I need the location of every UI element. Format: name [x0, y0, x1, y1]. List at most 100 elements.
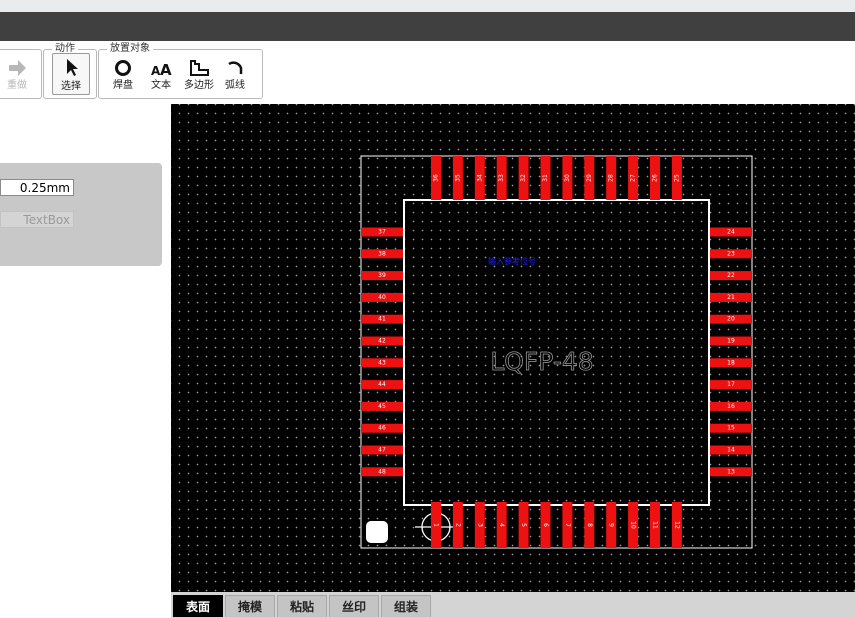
pad[interactable]: 19	[710, 336, 752, 346]
pad[interactable]: 36	[431, 156, 441, 200]
pad[interactable]: 16	[710, 401, 752, 411]
select-label: 选择	[61, 81, 81, 92]
tab-silkscreen[interactable]: 丝印	[329, 595, 379, 617]
pad[interactable]: 44	[361, 380, 403, 390]
pad[interactable]: 21	[710, 292, 752, 302]
pad-number: 28	[608, 174, 615, 182]
pad[interactable]: 39	[361, 271, 403, 281]
pad[interactable]: 11	[650, 502, 660, 548]
pad-number: 4	[498, 523, 505, 527]
pad[interactable]: 34	[474, 156, 485, 200]
pad-number: 2	[454, 523, 461, 527]
pad[interactable]: 6	[540, 502, 551, 548]
text-aa-icon: A A	[143, 56, 179, 80]
tab-paste[interactable]: 粘贴	[277, 595, 327, 617]
pad[interactable]: 13	[710, 467, 752, 477]
pad[interactable]: 3	[474, 502, 485, 548]
pad[interactable]: 25	[671, 156, 682, 200]
pad-number: 36	[433, 174, 440, 182]
pad[interactable]: 43	[361, 358, 403, 368]
pad-number: 38	[378, 250, 386, 257]
pad[interactable]: 10	[628, 502, 639, 548]
component-name: LQFP-48	[490, 347, 593, 376]
pad-number: 12	[673, 521, 680, 529]
pad[interactable]: 17	[710, 380, 752, 390]
pad[interactable]: 41	[361, 314, 403, 324]
action-group: 动作 选择	[43, 43, 97, 99]
pad[interactable]: 2	[452, 502, 463, 548]
text-button[interactable]: A A 文本	[143, 56, 179, 92]
redo-label: 重做	[7, 80, 27, 91]
pad[interactable]: 38	[361, 249, 403, 259]
toolbar: 重做 动作 选择 放置对象 焊盘 A A 文本 多边形 弧线	[0, 41, 855, 104]
pad[interactable]: 4	[496, 502, 507, 548]
pad-number: 48	[378, 468, 386, 475]
pad-number: 23	[727, 250, 735, 257]
pad[interactable]: 26	[650, 156, 660, 200]
pad[interactable]: 42	[361, 336, 403, 346]
polygon-button[interactable]: 多边形	[181, 56, 217, 92]
arc-button[interactable]: 弧线	[217, 56, 253, 92]
pad-number: 15	[727, 425, 735, 432]
pad[interactable]: 30	[562, 156, 573, 200]
pad-number: 45	[378, 403, 386, 410]
pad[interactable]: 31	[540, 156, 551, 200]
tab-mask[interactable]: 掩模	[225, 595, 275, 617]
pad-number: 11	[652, 521, 659, 529]
pad[interactable]: 29	[584, 156, 595, 200]
pad[interactable]: 22	[710, 271, 752, 281]
pad[interactable]: 14	[710, 445, 752, 455]
pad-button[interactable]: 焊盘	[105, 56, 141, 92]
tab-assembly[interactable]: 组装	[381, 595, 431, 617]
line-width-input[interactable]: 0.25mm	[0, 179, 74, 196]
pad-number: 7	[564, 523, 571, 527]
svg-text:A: A	[160, 61, 172, 79]
pad[interactable]: 15	[710, 423, 752, 433]
pad-number: 33	[498, 174, 505, 182]
pad[interactable]: 9	[606, 502, 617, 548]
pad-number: 29	[586, 174, 593, 182]
redo-button[interactable]: 重做	[0, 56, 35, 92]
pad[interactable]: 47	[361, 445, 403, 455]
pad[interactable]: 27	[628, 156, 639, 200]
pad-number: 16	[727, 403, 735, 410]
pad-number: 31	[542, 174, 549, 182]
pad[interactable]: 24	[710, 227, 752, 237]
pad-number: 26	[652, 174, 659, 182]
pad[interactable]: 37	[361, 227, 403, 237]
pad[interactable]: 5	[518, 502, 529, 548]
pad[interactable]: 20	[710, 314, 752, 324]
pad-number: 39	[378, 272, 386, 279]
footprint-drawing: LQFP-48 输入参考位号 36 35 34 33 32 31 30 29 28 27 26 251…	[360, 155, 753, 549]
select-button[interactable]: 选择	[52, 53, 90, 95]
pad[interactable]: 48	[361, 467, 403, 477]
polygon-icon	[181, 56, 217, 80]
pad-number: 6	[542, 523, 549, 527]
pcb-canvas[interactable]: LQFP-48 输入参考位号 36 35 34 33 32 31 30 29 28 27 26 25 1…	[171, 104, 855, 592]
pad[interactable]: 7	[562, 502, 573, 548]
pad[interactable]: 40	[361, 292, 403, 302]
pad-number: 19	[727, 338, 735, 345]
pad[interactable]: 1	[431, 502, 441, 548]
place-group-title: 放置对象	[107, 43, 153, 55]
pad[interactable]: 18	[710, 358, 752, 368]
pad[interactable]: 12	[671, 502, 682, 548]
redo-arrow-icon	[0, 56, 35, 80]
title-bar	[0, 12, 855, 41]
pad[interactable]: 33	[496, 156, 507, 200]
pad[interactable]: 23	[710, 249, 752, 259]
text-input[interactable]: TextBox	[0, 211, 74, 228]
tab-surface[interactable]: 表面	[173, 595, 223, 617]
pad[interactable]: 28	[606, 156, 617, 200]
pad-number: 8	[586, 523, 593, 527]
pad[interactable]: 8	[584, 502, 595, 548]
pad-number: 34	[476, 174, 483, 182]
pad[interactable]: 32	[518, 156, 529, 200]
pad[interactable]: 35	[452, 156, 463, 200]
pad-number: 32	[520, 174, 527, 182]
pad-number: 46	[378, 425, 386, 432]
history-group: 重做	[0, 49, 42, 99]
pad[interactable]: 46	[361, 423, 403, 433]
pad[interactable]: 45	[361, 401, 403, 411]
layer-tab-bar: 表面 掩模 粘贴 丝印 组装	[171, 592, 855, 618]
